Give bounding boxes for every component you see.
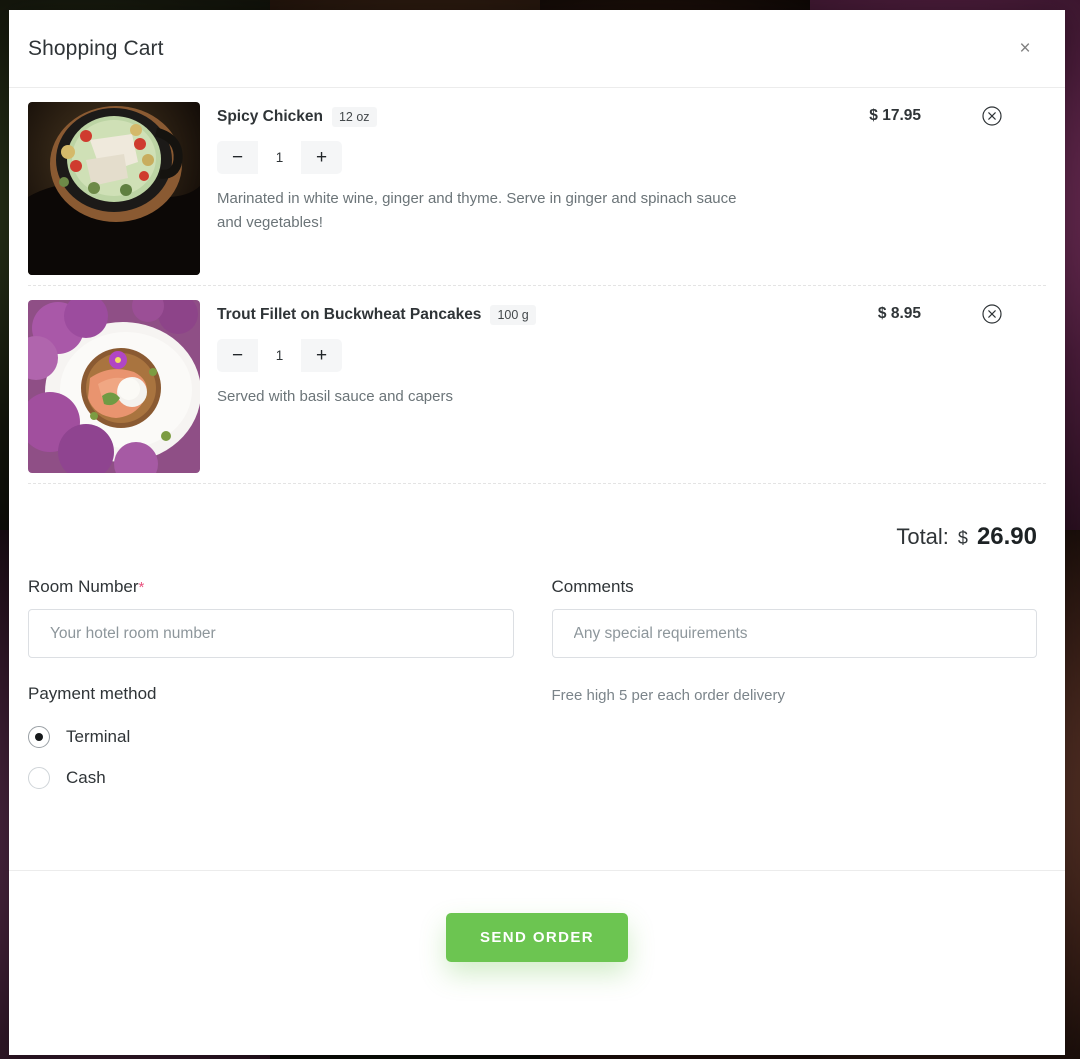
item-price: $ 17.95	[869, 107, 921, 124]
cart-total: Total: $ 26.90	[28, 484, 1046, 577]
item-title-row: Spicy Chicken 12 oz	[217, 102, 1046, 132]
modal-header: Shopping Cart ×	[9, 10, 1065, 88]
item-price: $ 8.95	[877, 305, 921, 322]
payment-option-terminal[interactable]: Terminal	[28, 716, 514, 757]
send-order-button[interactable]: SEND ORDER	[445, 913, 628, 962]
total-value: 26.90	[976, 523, 1037, 550]
modal-footer: SEND ORDER	[9, 870, 1065, 1055]
increment-quantity-button[interactable]: +	[301, 339, 342, 372]
comments-input[interactable]	[551, 609, 1037, 658]
cart-item-row: Trout Fillet on Buckwheat Pancakes 100 g…	[28, 286, 1046, 484]
page-title: Shopping Cart	[28, 36, 164, 60]
remove-circle-glyph	[982, 106, 1002, 126]
modal-body: Spicy Chicken 12 oz − 1 + Marinated in w…	[9, 88, 1065, 870]
item-thumbnail	[28, 300, 200, 473]
delivery-note: Free high 5 per each order delivery	[551, 687, 785, 704]
remove-circle-glyph	[982, 304, 1002, 324]
item-details: Trout Fillet on Buckwheat Pancakes 100 g…	[200, 300, 1046, 473]
room-number-label: Room Number*	[28, 577, 514, 597]
item-title-row: Trout Fillet on Buckwheat Pancakes 100 g	[217, 300, 1046, 330]
payment-method-label: Payment method	[28, 684, 157, 703]
item-description: Marinated in white wine, ginger and thym…	[217, 190, 737, 232]
item-thumbnail	[28, 102, 200, 275]
payment-option-cash[interactable]: Cash	[28, 757, 514, 798]
increment-quantity-button[interactable]: +	[301, 141, 342, 174]
close-icon[interactable]: ×	[1010, 34, 1040, 64]
item-name: Trout Fillet on Buckwheat Pancakes	[217, 306, 482, 323]
quantity-value[interactable]: 1	[258, 339, 301, 372]
decrement-quantity-button[interactable]: −	[217, 141, 258, 174]
total-currency: $	[957, 528, 968, 548]
trout-fillet-photo	[28, 300, 200, 473]
total-label: Total:	[896, 524, 949, 549]
room-number-label-text: Room Number	[28, 577, 139, 596]
payment-option-label: Cash	[66, 767, 106, 787]
shopping-cart-modal: Shopping Cart × Spicy Chicken 12 oz − 1 …	[9, 10, 1065, 1055]
cart-item-row: Spicy Chicken 12 oz − 1 + Marinated in w…	[28, 88, 1046, 286]
item-description: Served with basil sauce and capers	[217, 388, 453, 405]
quantity-stepper: − 1 +	[217, 339, 342, 372]
required-asterisk: *	[138, 579, 145, 596]
item-details: Spicy Chicken 12 oz − 1 + Marinated in w…	[200, 102, 1046, 275]
item-weight-badge: 100 g	[490, 305, 536, 325]
remove-circle-icon[interactable]	[982, 304, 1002, 324]
quantity-value[interactable]: 1	[258, 141, 301, 174]
room-number-input[interactable]	[28, 609, 514, 658]
quantity-stepper: − 1 +	[217, 141, 342, 174]
order-form: Room Number* Payment method Terminal Cas…	[28, 577, 1046, 798]
radio-unselected-icon	[28, 766, 50, 789]
item-name: Spicy Chicken	[217, 108, 323, 125]
payment-option-label: Terminal	[66, 726, 131, 746]
decrement-quantity-button[interactable]: −	[217, 339, 258, 372]
room-number-field-group: Room Number* Payment method Terminal Cas…	[28, 577, 514, 798]
radio-selected-icon	[28, 725, 50, 748]
comments-label: Comments	[551, 577, 634, 596]
comments-field-group: Comments Free high 5 per each order deli…	[551, 577, 1037, 798]
spicy-chicken-photo	[28, 102, 200, 275]
item-weight-badge: 12 oz	[331, 107, 377, 127]
payment-method-group: Payment method Terminal Cash	[28, 684, 514, 798]
remove-circle-icon[interactable]	[982, 106, 1002, 126]
